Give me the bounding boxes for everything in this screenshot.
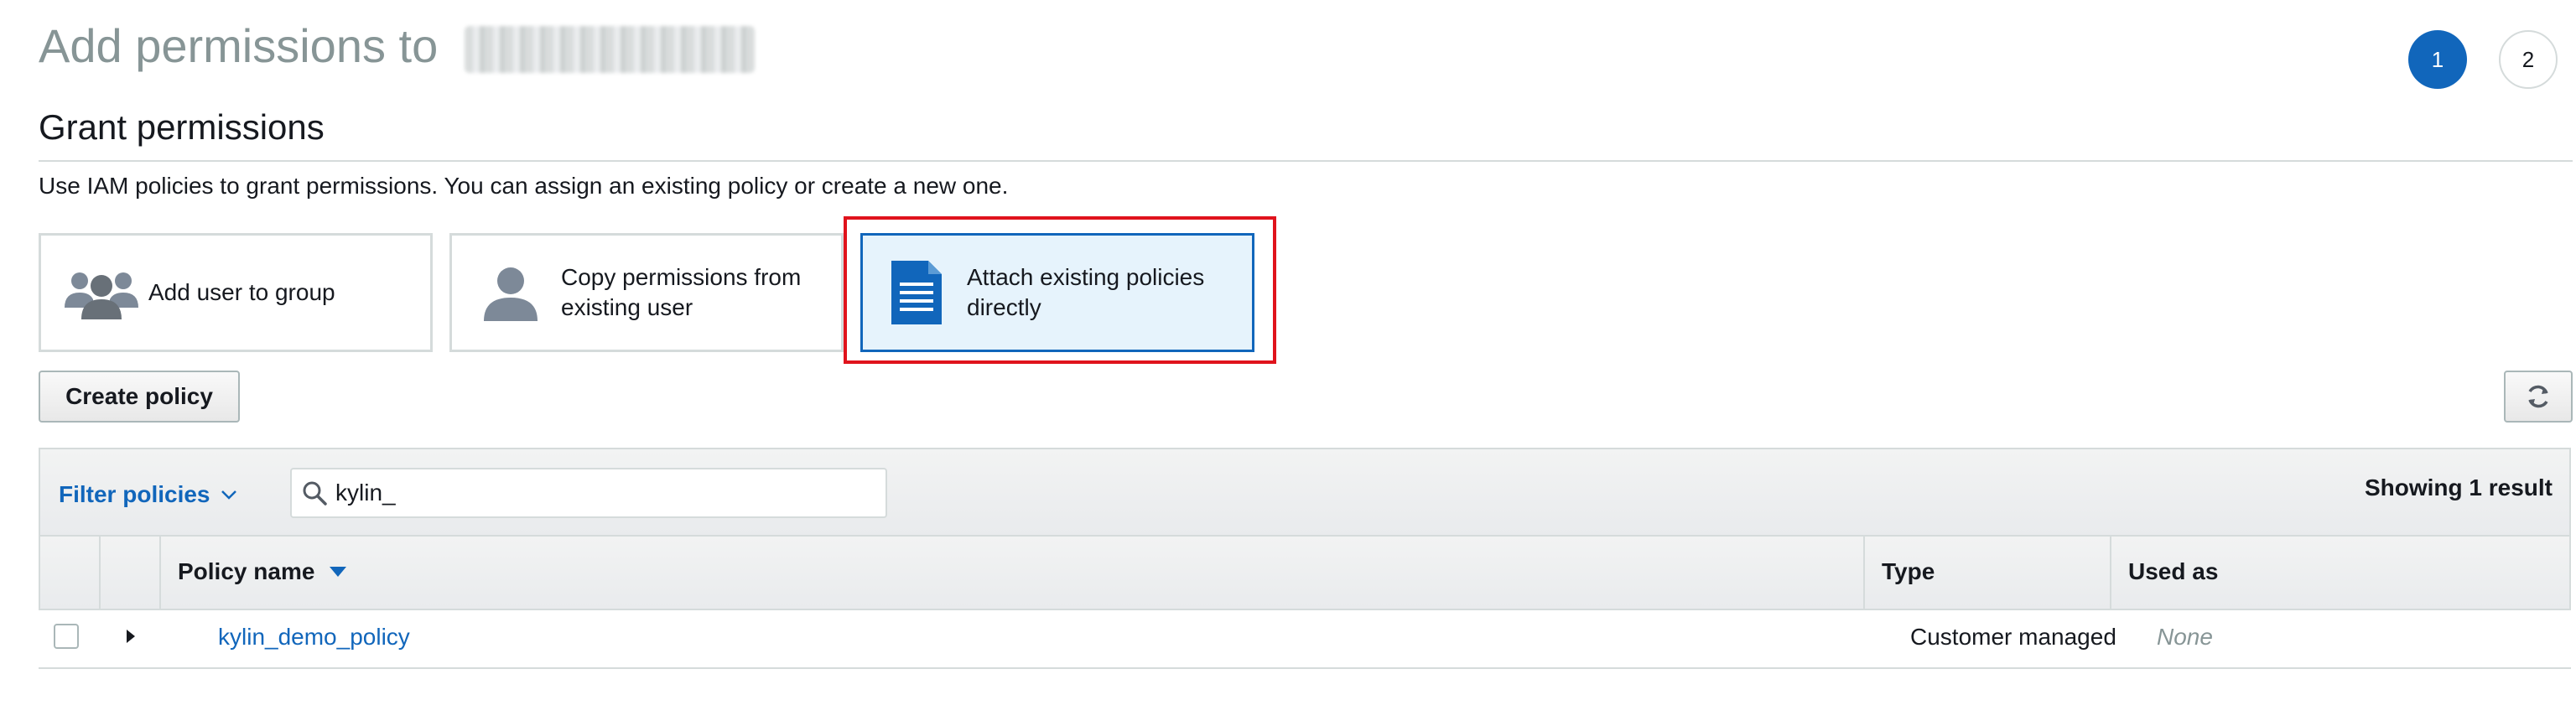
redacted-username [464, 26, 755, 74]
option-label: Add user to group [148, 279, 335, 305]
search-input[interactable] [335, 480, 855, 506]
filter-policies-dropdown[interactable]: Filter policies [59, 481, 237, 508]
search-icon [302, 480, 327, 506]
option-copy-permissions[interactable]: Copy permissions from existing user [449, 233, 844, 352]
column-divider [159, 537, 161, 609]
column-header-label: Policy name [178, 558, 315, 584]
column-header-type[interactable]: Type [1882, 558, 1935, 585]
section-divider [39, 160, 2573, 162]
column-divider [2110, 537, 2111, 609]
column-header-policy-name[interactable]: Policy name [178, 558, 347, 585]
option-label-line1: Copy permissions from [561, 264, 802, 290]
policy-type-cell: Customer managed [1910, 624, 2116, 650]
filter-policies-label: Filter policies [59, 481, 210, 507]
section-title: Grant permissions [39, 107, 325, 147]
group-icon [61, 266, 142, 319]
policy-name-link[interactable]: kylin_demo_policy [218, 624, 410, 651]
user-icon [482, 264, 539, 321]
step-indicator-1[interactable]: 1 [2408, 30, 2467, 89]
table-row: kylin_demo_policy Customer managed None [39, 610, 2571, 669]
page-title-text: Add permissions to [39, 19, 439, 72]
option-label: Copy permissions from existing user [561, 262, 801, 323]
result-count: Showing 1 result [2364, 474, 2553, 500]
column-divider [1863, 537, 1865, 609]
create-policy-button[interactable]: Create policy [39, 371, 240, 423]
expand-caret-icon[interactable] [126, 629, 136, 644]
table-header: Policy name Type Used as [39, 537, 2571, 610]
step-indicator-2[interactable]: 2 [2499, 30, 2558, 89]
policy-used-as-cell: None [2157, 624, 2213, 650]
column-divider [99, 537, 101, 609]
row-checkbox[interactable] [54, 624, 79, 649]
section-description: Use IAM policies to grant permissions. Y… [39, 173, 1009, 199]
filter-bar: Filter policies Showing 1 result [39, 448, 2571, 537]
refresh-icon [2525, 383, 2552, 410]
search-field[interactable] [290, 468, 887, 518]
option-label-line2: existing user [561, 294, 693, 320]
option-add-user-to-group[interactable]: Add user to group [39, 233, 433, 352]
sort-descending-icon [330, 567, 347, 577]
column-header-used-as[interactable]: Used as [2128, 558, 2218, 585]
chevron-down-icon [221, 489, 237, 500]
page-title: Add permissions to [39, 18, 755, 74]
highlight-annotation-box [844, 216, 1276, 364]
refresh-button[interactable] [2504, 371, 2573, 423]
